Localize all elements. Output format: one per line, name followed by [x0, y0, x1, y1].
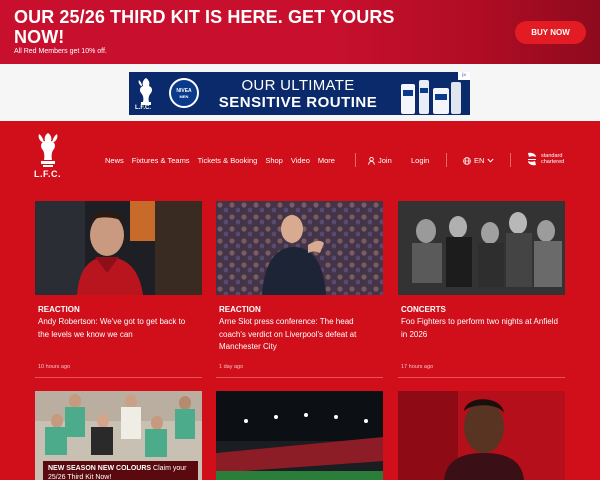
join-link[interactable]: Join [368, 156, 392, 165]
crest-text: L.F.C. [34, 169, 61, 179]
nav-item-shop[interactable]: Shop [265, 156, 283, 165]
nivea-advert[interactable]: L.F.C. NIVEA MEN OUR ULTIMATE SENSITIVE … [129, 72, 470, 115]
ad-club-text: L.F.C. [135, 105, 151, 111]
card-timestamp: 10 hours ago [38, 364, 71, 370]
kit-promo-label: NEW SEASON NEW COLOURS Claim your 25/26 … [43, 461, 198, 480]
nav-item-fixtures[interactable]: Fixtures & Teams [132, 156, 190, 165]
nivea-brand-bottom: MEN [179, 93, 189, 99]
lfc-crest-icon[interactable] [35, 131, 61, 169]
player-photo [35, 201, 202, 295]
card-image-foo-fighters[interactable] [398, 201, 565, 295]
card-image-robertson[interactable] [35, 201, 202, 295]
card-timestamp: 1 day ago [219, 364, 244, 370]
card-headline[interactable]: Andy Robertson: We've got to get back to… [38, 316, 198, 341]
ad-info-badge[interactable]: i× [458, 72, 470, 80]
nav-menu: News Fixtures & Teams Tickets & Booking … [105, 156, 335, 165]
coach-photo [216, 201, 383, 295]
login-link[interactable]: Login [411, 156, 429, 165]
player-card[interactable] [398, 391, 565, 480]
promo-banner[interactable]: OUR 25/26 THIRD KIT IS HERE. GET YOURS N… [0, 0, 600, 64]
card-divider [398, 377, 565, 378]
card-category: CONCERTS [401, 305, 446, 314]
card-category: REACTION [38, 305, 80, 314]
card-timestamp: 17 hours ago [401, 364, 434, 370]
language-label: EN [474, 156, 485, 165]
card-headline[interactable]: Foo Fighters to perform two nights at An… [401, 316, 561, 341]
band-photo [398, 201, 565, 295]
card-divider [35, 377, 202, 378]
globe-icon [463, 156, 471, 165]
kit-promo-card[interactable]: NEW SEASON NEW COLOURS Claim your 25/26 … [35, 391, 202, 480]
ad-strip: L.F.C. NIVEA MEN OUR ULTIMATE SENSITIVE … [0, 64, 600, 121]
ad-headline-2: SENSITIVE ROUTINE [218, 94, 378, 111]
nav-divider [510, 153, 511, 167]
chevron-down-icon [487, 158, 494, 163]
nav-item-more[interactable]: More [318, 156, 335, 165]
standard-chartered-logo[interactable]: standard chartered [526, 151, 564, 167]
promo-subtitle: All Red Members get 10% off. [14, 48, 107, 55]
nav-divider [446, 153, 447, 167]
player-photo-2 [398, 391, 565, 480]
card-image-slot[interactable] [216, 201, 383, 295]
join-label: Join [378, 156, 392, 165]
stadium-photo [216, 391, 383, 480]
language-selector[interactable]: EN [463, 156, 494, 165]
nav-item-tickets[interactable]: Tickets & Booking [198, 156, 258, 165]
login-label: Login [411, 156, 430, 165]
main-navigation: L.F.C. News Fixtures & Teams Tickets & B… [0, 121, 600, 196]
buy-now-button[interactable]: BUY NOW [515, 21, 586, 44]
ad-headline-1: OUR ULTIMATE [241, 77, 355, 94]
nav-item-news[interactable]: News [105, 156, 124, 165]
standard-chartered-icon [528, 152, 536, 166]
user-icon [368, 156, 375, 165]
promo-title: OUR 25/26 THIRD KIT IS HERE. GET YOURS N… [14, 7, 395, 47]
product-bottles-image [401, 80, 461, 114]
stadium-card[interactable] [216, 391, 383, 480]
nav-item-video[interactable]: Video [291, 156, 310, 165]
kit-promo-bold: NEW SEASON NEW COLOURS [48, 465, 152, 472]
nav-divider [355, 153, 356, 167]
card-headline[interactable]: Arne Slot press conference: The head coa… [219, 316, 379, 354]
card-divider [216, 377, 383, 378]
nivea-logo: NIVEA MEN [169, 78, 199, 108]
card-category: REACTION [219, 305, 261, 314]
sponsor-line-2: chartered [541, 159, 565, 165]
